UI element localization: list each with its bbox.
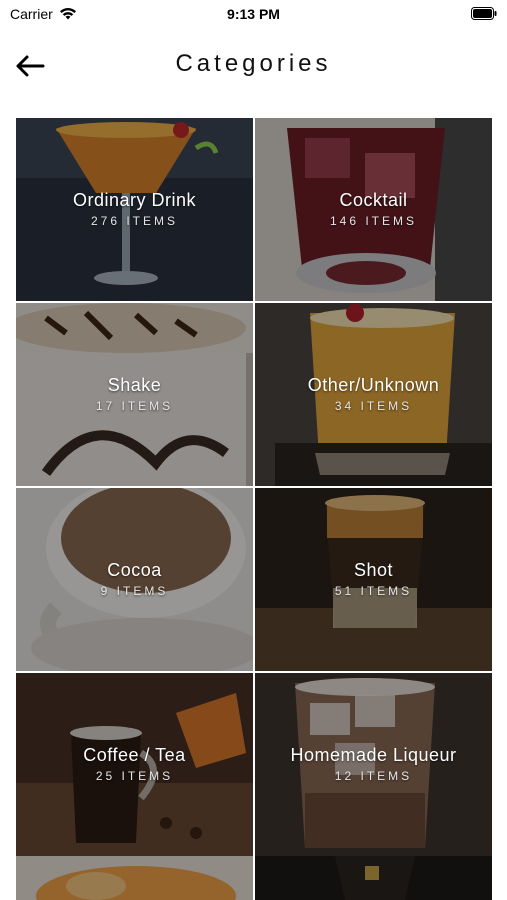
category-name: Shot [353, 560, 394, 580]
category-count: 9 ITEMS [100, 584, 169, 598]
category-grid-next-row [16, 856, 492, 900]
navigation-bar: Categories [0, 40, 507, 90]
category-tile-shake[interactable]: Shake 17 ITEMS [16, 303, 253, 486]
category-count: 51 ITEMS [334, 584, 413, 598]
category-name: Homemade Liqueur [290, 745, 457, 765]
category-name: Ordinary Drink [72, 190, 197, 210]
category-count: 146 ITEMS [329, 214, 418, 228]
category-tile-cocktail[interactable]: Cocktail 146 ITEMS [255, 118, 492, 301]
battery-icon [471, 7, 497, 20]
category-count: 276 ITEMS [90, 214, 179, 228]
category-tile-coffee-tea[interactable]: Coffee / Tea 25 ITEMS [16, 673, 253, 856]
status-bar: Carrier 9:13 PM [0, 0, 507, 28]
category-name: Cocktail [339, 190, 408, 210]
tile-overlay [255, 856, 492, 900]
category-tile-partial-left[interactable] [16, 856, 253, 900]
category-tile-cocoa[interactable]: Cocoa 9 ITEMS [16, 488, 253, 671]
category-count: 12 ITEMS [334, 769, 413, 783]
category-count: 25 ITEMS [95, 769, 174, 783]
category-tile-homemade-liqueur[interactable]: Homemade Liqueur 12 ITEMS [255, 673, 492, 856]
category-name: Shake [107, 375, 162, 395]
category-tile-ordinary-drink[interactable]: Ordinary Drink 276 ITEMS [16, 118, 253, 301]
category-tile-shot[interactable]: Shot 51 ITEMS [255, 488, 492, 671]
category-name: Cocoa [107, 560, 162, 580]
category-name: Coffee / Tea [83, 745, 186, 765]
category-name: Other/Unknown [307, 375, 440, 395]
category-grid: Ordinary Drink 276 ITEMS Cocktail 146 IT… [16, 118, 492, 856]
tile-overlay [16, 856, 253, 900]
category-tile-other-unknown[interactable]: Other/Unknown 34 ITEMS [255, 303, 492, 486]
category-count: 17 ITEMS [95, 399, 174, 413]
clock: 9:13 PM [227, 6, 280, 22]
category-tile-partial-right[interactable] [255, 856, 492, 900]
page-title: Categories [175, 50, 332, 77]
category-count: 34 ITEMS [334, 399, 413, 413]
